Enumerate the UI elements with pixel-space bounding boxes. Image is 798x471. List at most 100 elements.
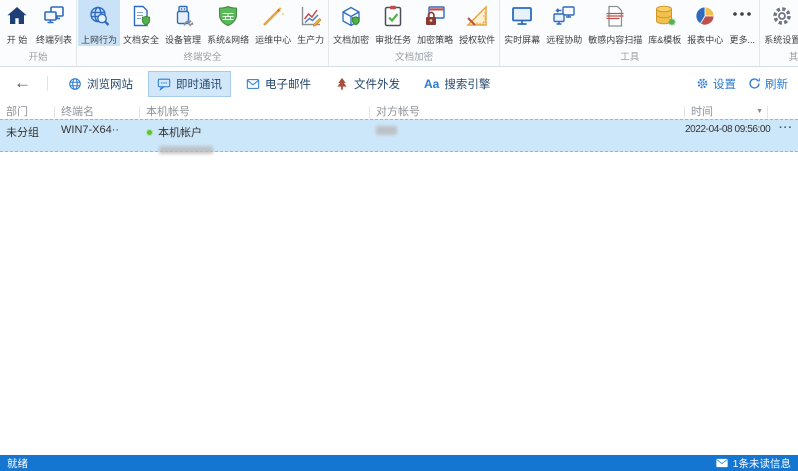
tab-label: 浏览网站 bbox=[87, 76, 133, 92]
ribbon-group-other: 系统设置 关 于 其他 bbox=[760, 0, 798, 66]
ribbon-item-realtime-screen[interactable]: 实时屏幕 bbox=[501, 0, 543, 46]
ribbon-item-home[interactable]: 开 始 bbox=[1, 0, 33, 46]
online-status-icon bbox=[146, 129, 153, 136]
envelope-icon bbox=[716, 458, 728, 468]
tab-label: 搜索引擎 bbox=[444, 76, 490, 92]
column-header-more bbox=[768, 106, 798, 118]
local-account-name: 本机帐户 bbox=[158, 124, 202, 140]
ribbon-item-doc-security[interactable]: 文档安全 bbox=[120, 0, 162, 46]
ribbon-item-ops-center[interactable]: 运维中心 bbox=[252, 0, 294, 46]
ribbon-item-label: 授权软件 bbox=[459, 33, 495, 46]
tab-search-engine[interactable]: Aa 搜索引擎 bbox=[415, 71, 499, 97]
ribbon-group-terminal-security: 上网行为 文档安全 设备管理 系统&网络 bbox=[77, 0, 329, 66]
ribbon-item-label: 上网行为 bbox=[81, 33, 117, 46]
toolbar-actions: 设置 刷新 bbox=[696, 76, 788, 92]
chevron-down-icon[interactable]: ▼ bbox=[756, 106, 763, 118]
cell-terminal: WIN7-X64·· bbox=[55, 120, 140, 151]
tab-label: 电子邮件 bbox=[265, 76, 311, 92]
ribbon-item-label: 更多... bbox=[729, 33, 755, 46]
ribbon-item-label: 实时屏幕 bbox=[504, 33, 540, 46]
productivity-icon bbox=[298, 3, 324, 29]
terminal-list-icon bbox=[41, 3, 67, 29]
doc-encryption-icon bbox=[338, 3, 364, 29]
file-out-icon bbox=[335, 77, 349, 91]
tab-email[interactable]: 电子邮件 bbox=[237, 71, 320, 97]
ribbon-item-device-management[interactable]: 设备管理 bbox=[162, 0, 204, 46]
library-templates-icon bbox=[652, 3, 678, 29]
ribbon-item-system-settings[interactable]: 系统设置 bbox=[761, 0, 798, 46]
ribbon-item-remote-assist[interactable]: 远程协助 bbox=[543, 0, 585, 46]
ribbon-item-library-templates[interactable]: 库&模板 bbox=[645, 0, 684, 46]
ribbon-item-productivity[interactable]: 生产力 bbox=[294, 0, 327, 46]
status-text: 就绪 bbox=[7, 456, 28, 471]
ribbon-item-label: 报表中心 bbox=[687, 33, 723, 46]
refresh-icon bbox=[748, 77, 761, 90]
column-header-local-account[interactable]: 本机帐号 bbox=[140, 106, 370, 118]
ops-center-icon bbox=[260, 3, 286, 29]
content-scan-icon bbox=[602, 3, 628, 29]
table-header: 部门 终端名 本机帐号 对方帐号 时间 ▼ bbox=[0, 104, 798, 119]
tab-file-outgoing[interactable]: 文件外发 bbox=[326, 71, 409, 97]
remote-assist-icon bbox=[551, 3, 577, 29]
tab-instant-messaging[interactable]: 即时通讯 bbox=[148, 71, 231, 97]
unread-messages-label: 1条未读信息 bbox=[733, 456, 791, 471]
ribbon-item-label: 设备管理 bbox=[165, 33, 201, 46]
ribbon-item-doc-encryption[interactable]: 文档加密 bbox=[330, 0, 372, 46]
aa-icon: Aa bbox=[424, 77, 439, 91]
ribbon-item-label: 加密策略 bbox=[417, 33, 453, 46]
column-header-remote-account[interactable]: 对方帐号 bbox=[370, 106, 685, 118]
device-management-icon bbox=[170, 3, 196, 29]
ribbon-item-report-center[interactable]: 报表中心 bbox=[684, 0, 726, 46]
redacted-text bbox=[376, 126, 397, 135]
licensed-software-icon bbox=[464, 3, 490, 29]
ribbon-group-tools: 实时屏幕 远程协助 敏感内容扫描 库&模板 bbox=[500, 0, 760, 66]
ribbon-item-label: 库&模板 bbox=[648, 33, 681, 46]
tab-label: 即时通讯 bbox=[176, 76, 222, 92]
ribbon-item-label: 系统&网络 bbox=[207, 33, 249, 46]
ribbon-item-label: 运维中心 bbox=[255, 33, 291, 46]
records-table: 部门 终端名 本机帐号 对方帐号 时间 ▼ 未分组 WIN7-X64·· 本机帐… bbox=[0, 104, 798, 152]
table-row[interactable]: 未分组 WIN7-X64·· 本机帐户 2022-04-08 09:56:00 … bbox=[0, 119, 798, 152]
unread-messages-button[interactable]: 1条未读信息 bbox=[716, 456, 791, 471]
column-header-terminal[interactable]: 终端名 bbox=[55, 106, 140, 118]
cell-dept: 未分组 bbox=[0, 120, 55, 151]
column-header-time[interactable]: 时间 ▼ bbox=[685, 106, 768, 118]
ribbon-item-terminal-list[interactable]: 终端列表 bbox=[33, 0, 75, 46]
ribbon-group-doc-encryption: 文档加密 审批任务 加密策略 授权软件 文档加密 bbox=[329, 0, 500, 66]
ribbon-item-label: 远程协助 bbox=[546, 33, 582, 46]
report-center-icon bbox=[692, 3, 718, 29]
approval-tasks-icon bbox=[380, 3, 406, 29]
ribbon-item-label: 终端列表 bbox=[36, 33, 72, 46]
home-icon bbox=[4, 3, 30, 29]
gear-icon bbox=[696, 77, 709, 90]
ribbon-item-encryption-policy[interactable]: 加密策略 bbox=[414, 0, 456, 46]
settings-button[interactable]: 设置 bbox=[696, 76, 736, 92]
category-toolbar: ← 浏览网站 即时通讯 电子邮件 文件外发 Aa 搜索引擎 设置 刷新 bbox=[0, 67, 798, 100]
tab-browse-websites[interactable]: 浏览网站 bbox=[59, 71, 142, 97]
ribbon-item-system-network[interactable]: 系统&网络 bbox=[204, 0, 252, 46]
cell-local-account: 本机帐户 bbox=[140, 120, 370, 151]
globe-icon bbox=[68, 77, 82, 91]
row-more-button[interactable]: ··· bbox=[768, 120, 798, 151]
ribbon-toolbar: 开 始 终端列表 开始 上网行为 文档安全 bbox=[0, 0, 798, 67]
ribbon-item-approval-tasks[interactable]: 审批任务 bbox=[372, 0, 414, 46]
chat-icon bbox=[157, 77, 171, 91]
ribbon-item-licensed-software[interactable]: 授权软件 bbox=[456, 0, 498, 46]
ribbon-item-label: 文档加密 bbox=[333, 33, 369, 46]
column-header-dept[interactable]: 部门 bbox=[0, 106, 55, 118]
ribbon-group-label: 工具 bbox=[501, 46, 758, 67]
ribbon-item-web-behavior[interactable]: 上网行为 bbox=[78, 0, 120, 46]
ribbon-item-label: 审批任务 bbox=[375, 33, 411, 46]
cell-remote-account bbox=[370, 120, 685, 151]
realtime-screen-icon bbox=[509, 3, 535, 29]
back-button[interactable]: ← bbox=[10, 73, 39, 95]
ribbon-group-label: 终端安全 bbox=[78, 46, 327, 67]
ribbon-item-content-scan[interactable]: 敏感内容扫描 bbox=[585, 0, 645, 46]
mail-icon bbox=[246, 77, 260, 91]
cell-time: 2022-04-08 09:56:00 bbox=[685, 120, 768, 151]
ribbon-item-more[interactable]: 更多... bbox=[726, 0, 758, 46]
tab-label: 文件外发 bbox=[354, 76, 400, 92]
ribbon-group-label: 其他 bbox=[761, 46, 798, 67]
refresh-button[interactable]: 刷新 bbox=[748, 76, 788, 92]
encryption-policy-icon bbox=[422, 3, 448, 29]
